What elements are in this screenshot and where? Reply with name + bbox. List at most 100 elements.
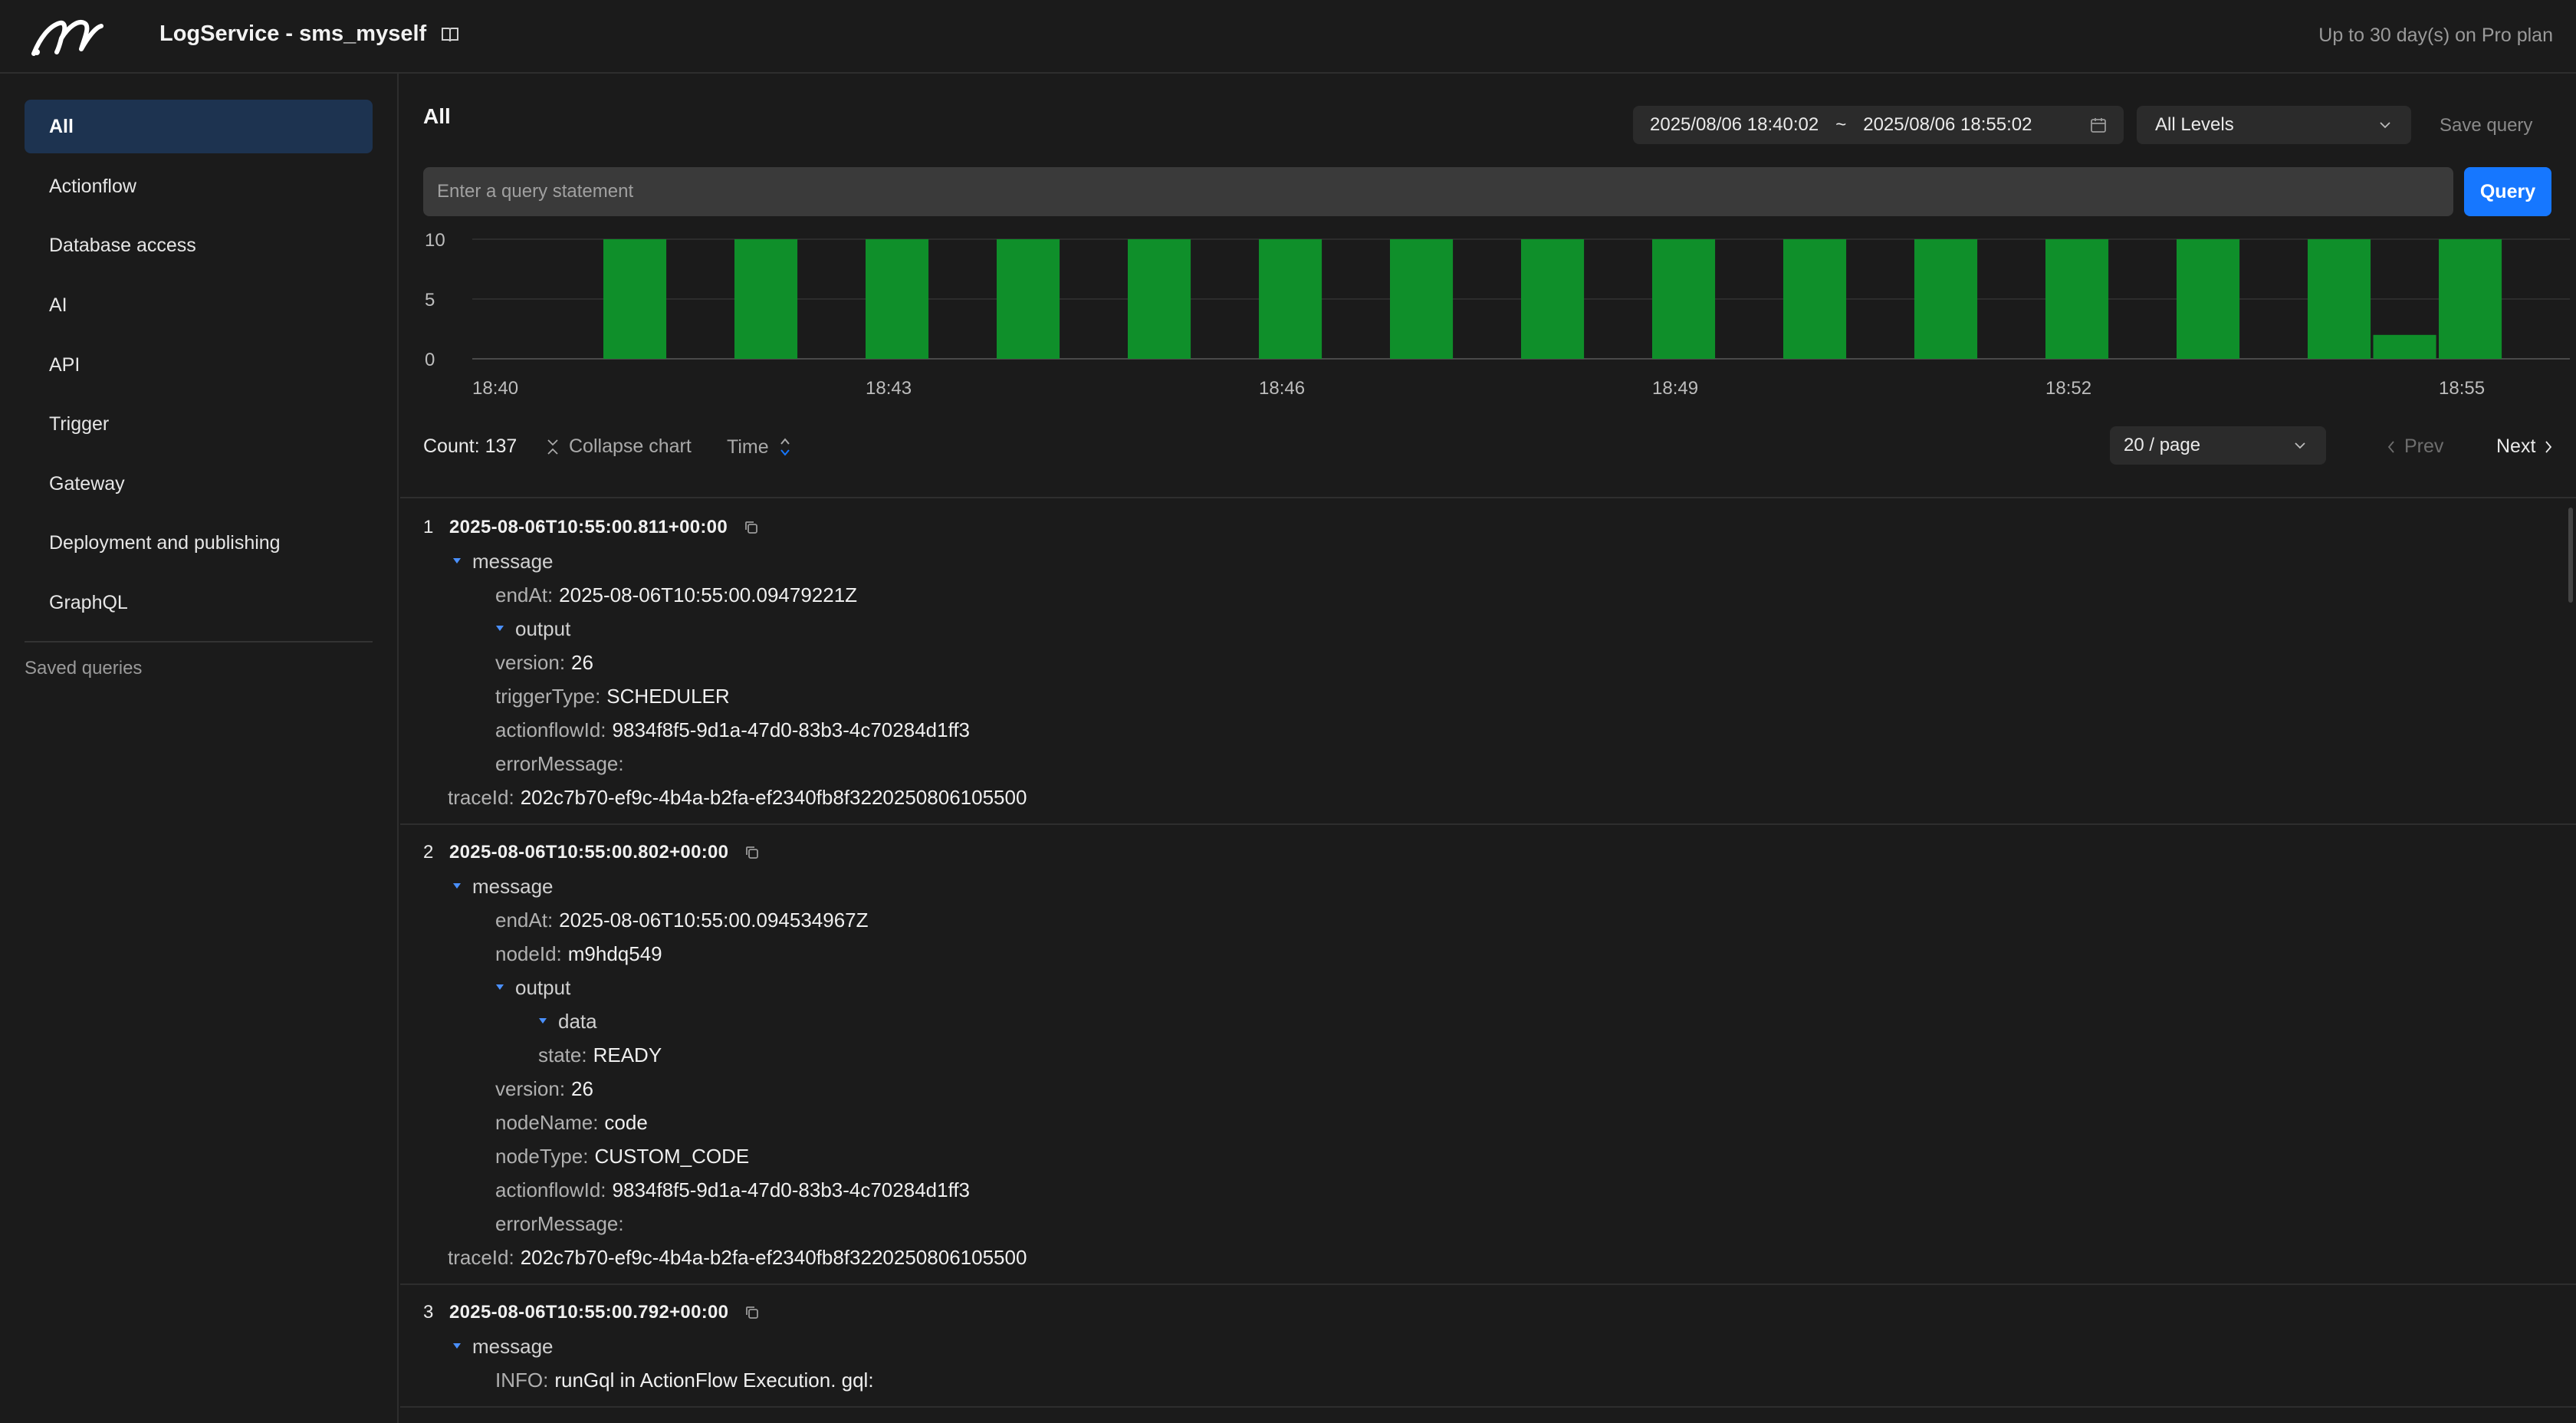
log-field-key: message [472,1334,554,1358]
chart-x-tick-label: 18:49 [1652,378,1698,399]
query-button[interactable]: Query [2464,167,2551,216]
log-field: state: READY [423,1038,2576,1072]
chart-bar[interactable] [2373,334,2436,359]
chart-bar[interactable] [1521,239,1585,359]
chart-x-tick-label: 18:40 [472,378,518,399]
log-field-key: actionflowId: [495,1178,606,1201]
log-field-toggle[interactable]: data [423,1004,2576,1038]
chart-bar[interactable] [1390,239,1454,359]
chart-bar[interactable] [2177,239,2240,359]
plan-note: Up to 30 day(s) on Pro plan [2318,25,2553,46]
chart-bar[interactable] [1783,239,1847,359]
sidebar-item-trigger[interactable]: Trigger [25,397,373,451]
level-select[interactable]: All Levels [2137,106,2411,144]
time-sort-button[interactable]: Time [727,435,792,458]
docs-book-icon[interactable] [440,25,460,44]
copy-icon[interactable] [744,844,761,861]
chart-bar[interactable] [1914,239,1978,359]
date-from[interactable]: 2025/08/06 18:40:02 [1650,114,1819,136]
log-field-toggle[interactable]: message [423,544,2576,578]
log-field-toggle[interactable]: message [423,869,2576,903]
log-field-toggle[interactable]: output [423,971,2576,1004]
log-field-toggle[interactable]: message [423,1329,2576,1363]
sidebar-item-gateway[interactable]: Gateway [25,457,373,511]
log-field: nodeId: m9hdq549 [423,937,2576,971]
log-field: version: 26 [423,646,2576,679]
log-field-value: CUSTOM_CODE [594,1144,750,1168]
prev-page-button[interactable]: Prev [2386,435,2443,458]
chart-bar[interactable] [866,239,929,359]
chart-bar[interactable] [997,239,1060,359]
next-page-button[interactable]: Next [2496,435,2554,458]
chart-bar[interactable] [734,239,798,359]
caret-down-icon[interactable] [452,557,462,565]
app-title-text: LogService - sms_myself [159,21,427,46]
copy-icon[interactable] [743,519,760,536]
collapse-chart-label: Collapse chart [569,435,692,457]
log-entry-header: 3 2025-08-06T10:55:00.792+00:00 [423,1296,2576,1329]
log-field-key: message [472,874,554,898]
chart-bar[interactable] [2308,239,2371,359]
log-entry-index: 2 [423,842,434,863]
sidebar-item-deployment[interactable]: Deployment and publishing [25,516,373,570]
log-field: errorMessage: [423,747,2576,781]
chart-bar[interactable] [2045,239,2109,359]
date-to[interactable]: 2025/08/06 18:55:02 [1863,114,2032,136]
log-field-key: actionflowId: [495,718,606,741]
log-field: INFO: runGql in ActionFlow Execution. gql… [423,1363,2576,1397]
log-entry: 1 2025-08-06T10:55:00.811+00:00 message end… [400,500,2576,825]
log-field-toggle[interactable]: output [423,612,2576,646]
app-logo-icon[interactable] [29,15,106,58]
collapse-chart-button[interactable]: Collapse chart [546,435,692,458]
chart-y-tick-label: 5 [425,290,435,311]
log-field: version: 26 [423,1072,2576,1106]
caret-down-icon[interactable] [452,882,462,890]
date-range-picker[interactable]: 2025/08/06 18:40:02 ~ 2025/08/06 18:55:0… [1633,106,2124,144]
sidebar: All Actionflow Database access AI API Tr… [0,74,399,1423]
sidebar-item-actionflow[interactable]: Actionflow [25,159,373,213]
log-field-value: 9834f8f5-9d1a-47d0-83b3-4c70284d1ff3 [612,718,971,741]
log-field: traceId: 202c7b70-ef9c-4b4a-b2fa-ef2340fb… [423,1241,2576,1274]
log-field-value: code [604,1110,648,1134]
log-entry: 2 2025-08-06T10:55:00.802+00:00 message end… [400,825,2576,1285]
log-field-key: traceId: [448,1245,514,1269]
chart-bar[interactable] [1128,239,1191,359]
log-entry-header: 2 2025-08-06T10:55:00.802+00:00 [423,836,2576,869]
log-field: traceId: 202c7b70-ef9c-4b4a-b2fa-ef2340fb… [423,781,2576,814]
collapse-icon [547,439,558,455]
main-panel: All 2025/08/06 18:40:02 ~ 2025/08/06 18:… [400,74,2576,1423]
log-field-value: 2025-08-06T10:55:00.09479221Z [559,583,858,606]
log-field-value: 2025-08-06T10:55:00.094534967Z [559,908,869,932]
sidebar-item-ai[interactable]: AI [25,278,373,332]
chevron-left-icon [2387,440,2394,453]
caret-down-icon[interactable] [538,1017,547,1025]
log-field-key: output [515,975,571,999]
copy-icon[interactable] [744,1304,761,1321]
sidebar-item-all[interactable]: All [25,100,373,153]
caret-down-icon[interactable] [452,1342,462,1350]
chevron-down-icon [2380,122,2390,129]
sidebar-item-database-access[interactable]: Database access [25,219,373,272]
sidebar-item-api[interactable]: API [25,338,373,392]
chart-bar[interactable] [1259,239,1322,359]
page-size-select[interactable]: 20 / page [2110,426,2326,465]
app-title: LogService - sms_myself [159,21,460,47]
save-query-button[interactable]: Save query [2440,115,2532,136]
log-field-key: message [472,549,554,573]
caret-down-icon[interactable] [495,625,504,633]
chart-bar[interactable] [1652,239,1716,359]
log-field: nodeType: CUSTOM_CODE [423,1139,2576,1173]
log-field-key: version: [495,1076,566,1100]
list-divider [400,497,2576,498]
page-title: All [423,104,451,128]
saved-queries-label[interactable]: Saved queries [25,658,142,679]
chevron-right-icon [2545,440,2552,453]
chart-bar[interactable] [603,239,667,359]
date-separator: ~ [1835,114,1847,135]
query-input[interactable] [423,167,2453,216]
log-field: actionflowId: 9834f8f5-9d1a-47d0-83b3-4c7… [423,713,2576,747]
chart-bar[interactable] [2439,239,2502,359]
caret-down-icon[interactable] [495,984,504,991]
sidebar-item-graphql[interactable]: GraphQL [25,576,373,629]
log-field: nodeName: code [423,1106,2576,1139]
